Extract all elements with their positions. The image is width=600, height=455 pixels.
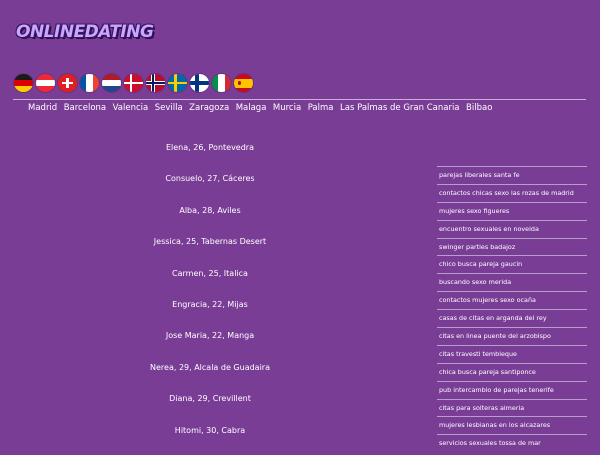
sidebar-link[interactable]: contactos mujeres sexo ocaña (437, 291, 587, 309)
finland-flag-icon[interactable] (190, 74, 209, 92)
sidebar-link[interactable]: citas travesti tembleque (437, 344, 587, 363)
sidebar-link[interactable]: mujeres lesbianas en los alcazares (437, 416, 587, 434)
city-link-bilbao[interactable]: Bilbao (466, 103, 492, 113)
sidebar-link[interactable]: citas en linea puente del arzobispo (437, 327, 587, 345)
city-nav: Madrid Barcelona Valencia Sevilla Zarago… (28, 103, 499, 113)
sidebar-link[interactable]: chico busca pareja gaucin (437, 255, 587, 273)
sweden-flag-icon[interactable] (168, 74, 187, 92)
netherlands-flag-icon[interactable] (102, 74, 121, 92)
profile-item[interactable]: Diana, 29, Crevillent (100, 392, 320, 423)
site-logo[interactable]: ONLINEDATING (16, 22, 154, 42)
city-link-sevilla[interactable]: Sevilla (155, 103, 183, 113)
sidebar-link[interactable]: parejas liberales santa fe (437, 166, 587, 184)
city-link-murcia[interactable]: Murcia (273, 103, 301, 113)
sidebar-link[interactable]: casas de citas en arganda del rey (437, 309, 587, 327)
spain-flag-icon[interactable] (234, 74, 253, 92)
denmark-flag-icon[interactable] (124, 74, 143, 92)
sidebar-link[interactable]: buscando sexo merida (437, 273, 587, 291)
city-link-madrid[interactable]: Madrid (28, 103, 57, 113)
norway-flag-icon[interactable] (146, 74, 165, 92)
sidebar-link[interactable]: contactos chicas sexo las rozas de madri… (437, 183, 587, 202)
header-divider (13, 99, 586, 100)
profile-item[interactable]: Nerea, 29, Alcala de Guadaira (100, 361, 320, 392)
city-link-palma[interactable]: Palma (308, 103, 334, 113)
profile-item[interactable]: Jose Maria, 22, Manga (100, 329, 320, 360)
sidebar-link[interactable]: pub intercambio de parejas tenerife (437, 380, 587, 399)
profile-item[interactable]: Carmen, 25, Italica (100, 267, 320, 298)
sidebar-link[interactable]: citas para solteras almeria (437, 398, 587, 417)
profile-item[interactable]: Alba, 28, Aviles (100, 204, 320, 235)
language-flags (14, 74, 253, 92)
sidebar-link[interactable]: chica busca pareja santiponce (437, 362, 587, 381)
profile-item[interactable]: Engracia, 22, Mijas (100, 298, 320, 329)
austria-flag-icon[interactable] (36, 74, 55, 92)
sidebar-link[interactable]: swinger parties badajoz (437, 237, 587, 256)
city-link-las-palmas[interactable]: Las Palmas de Gran Canaria (340, 103, 460, 113)
sidebar-link[interactable]: encuentro sexuales en novelda (437, 219, 587, 238)
city-link-valencia[interactable]: Valencia (113, 103, 149, 113)
france-flag-icon[interactable] (80, 74, 99, 92)
switzerland-flag-icon[interactable] (58, 74, 77, 92)
italy-flag-icon[interactable] (212, 74, 231, 92)
city-link-barcelona[interactable]: Barcelona (64, 103, 106, 113)
city-link-malaga[interactable]: Malaga (236, 103, 267, 113)
sidebar-link[interactable]: mujeres sexo figueres (437, 201, 587, 220)
profile-item[interactable]: Consuelo, 27, Cáceres (100, 172, 320, 203)
sidebar-links: parejas liberales santa fe contactos chi… (437, 166, 587, 452)
profile-item[interactable]: Elena, 26, Pontevedra (100, 141, 320, 172)
profile-item[interactable]: Jessica, 25, Tabernas Desert (100, 235, 320, 266)
germany-flag-icon[interactable] (14, 74, 33, 92)
city-link-zaragoza[interactable]: Zaragoza (189, 103, 229, 113)
profile-item[interactable]: Hitomi, 30, Cabra (100, 424, 320, 455)
profile-list: Elena, 26, Pontevedra Consuelo, 27, Cáce… (100, 141, 320, 455)
